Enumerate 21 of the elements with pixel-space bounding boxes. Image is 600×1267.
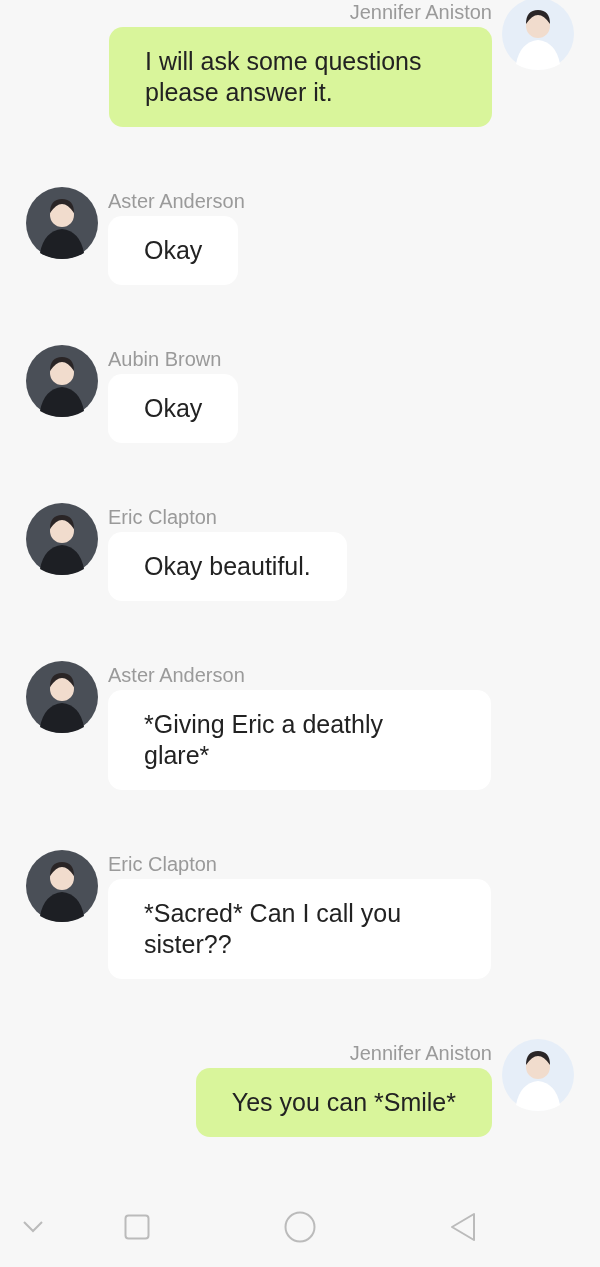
sender-name: Jennifer Aniston xyxy=(349,1042,492,1064)
avatar-icon[interactable] xyxy=(26,345,98,417)
sender-name: Eric Clapton xyxy=(108,853,217,875)
avatar-icon[interactable] xyxy=(26,503,98,575)
avatar-icon[interactable] xyxy=(26,661,98,733)
avatar-icon[interactable] xyxy=(502,1039,574,1111)
sender-name: Aster Anderson xyxy=(108,190,245,212)
sender-name: Eric Clapton xyxy=(108,506,217,528)
message-bubble: Okay xyxy=(108,216,239,285)
message-bubble: Yes you can *Smile* xyxy=(195,1068,492,1137)
sender-name: Aubin Brown xyxy=(108,348,222,370)
avatar-icon[interactable] xyxy=(26,187,98,259)
message-bubble: I will ask some questions please answer it. xyxy=(109,27,492,127)
avatar-icon[interactable] xyxy=(502,0,574,70)
message-bubble: Okay beautiful. xyxy=(108,532,347,601)
message-bubble: Okay xyxy=(108,374,239,443)
sender-name: Aster Anderson xyxy=(108,664,245,686)
avatar-icon[interactable] xyxy=(26,850,98,922)
sender-name: Jennifer Aniston xyxy=(349,1,492,23)
message-bubble: *Sacred* Can I call you sister?? xyxy=(108,879,491,979)
message-bubble: *Giving Eric a deathly glare* xyxy=(108,690,491,790)
